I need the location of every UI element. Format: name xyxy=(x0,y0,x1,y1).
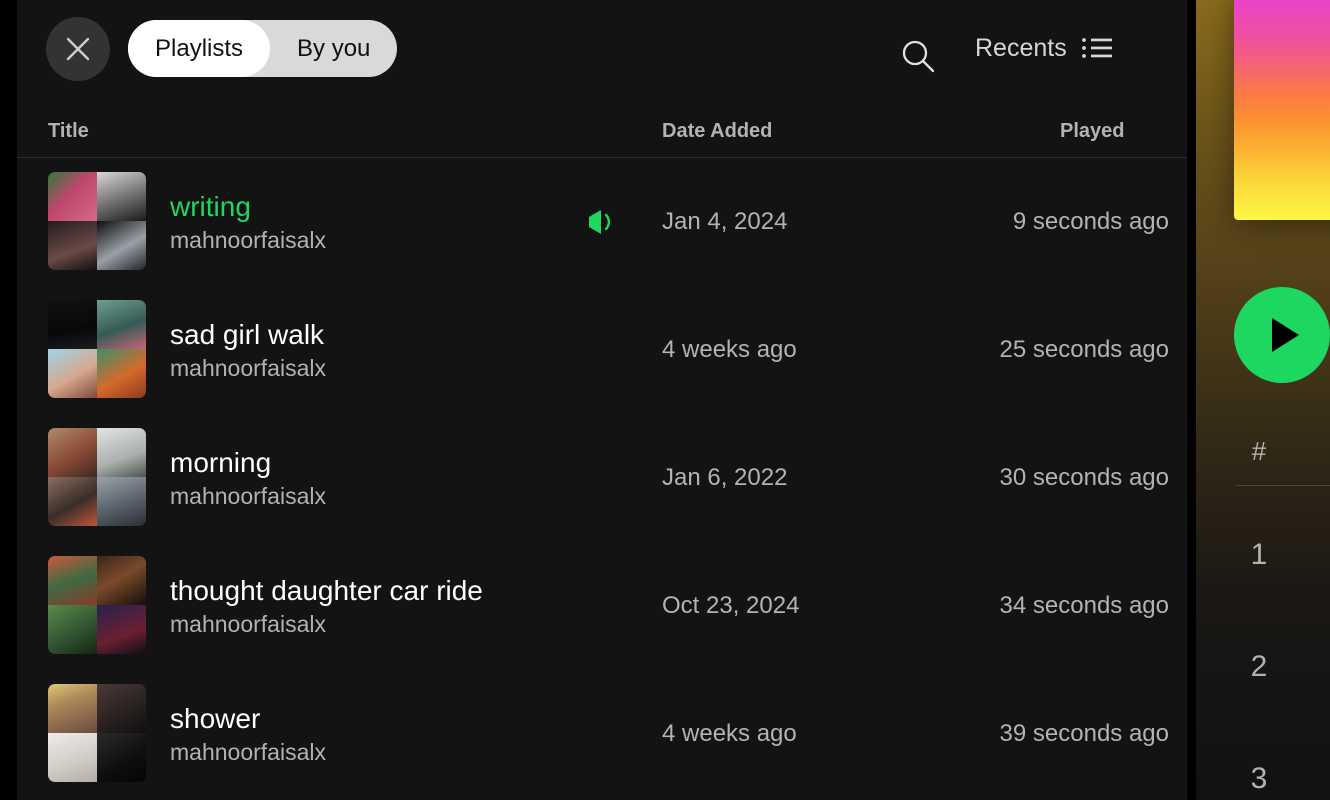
panel-header: Playlists By you Recents Title Date Adde… xyxy=(17,0,1187,158)
playlist-owner: mahnoorfaisalx xyxy=(170,611,326,638)
list-item[interactable]: sad girl walk mahnoorfaisalx 4 weeks ago… xyxy=(17,286,1187,414)
playlist-cover-art xyxy=(1234,0,1330,220)
track-number-3: 3 xyxy=(1250,762,1268,795)
segmented-control: Playlists By you xyxy=(128,20,398,77)
playlist-title: shower xyxy=(170,702,261,734)
playlist-thumbnail xyxy=(48,428,146,526)
list-item[interactable]: shower mahnoorfaisalx 4 weeks ago 39 sec… xyxy=(17,670,1187,798)
playlist-meta: shower mahnoorfaisalx xyxy=(170,670,326,798)
playlist-title: morning xyxy=(170,446,272,478)
sort-order-label: Recents xyxy=(975,33,1067,62)
playlist-owner: mahnoorfaisalx xyxy=(170,739,326,766)
list-item[interactable]: thought daughter car ride mahnoorfaisalx… xyxy=(17,542,1187,670)
playlist-played: 30 seconds ago xyxy=(999,464,1169,491)
now-playing-indicator xyxy=(585,207,619,237)
playlist-meta: sad girl walk mahnoorfaisalx xyxy=(170,286,326,414)
close-icon xyxy=(66,37,90,61)
column-headers: Title Date Added Played xyxy=(17,120,1187,146)
close-button[interactable] xyxy=(46,17,110,81)
sort-order-control[interactable]: Recents xyxy=(975,33,1114,63)
list-item[interactable]: morning mahnoorfaisalx Jan 6, 2022 30 se… xyxy=(17,414,1187,542)
tab-playlists[interactable]: Playlists xyxy=(128,20,271,77)
playlist-thumbnail xyxy=(48,556,146,654)
search-button[interactable] xyxy=(892,30,944,82)
playlist-title: thought daughter car ride xyxy=(170,574,483,606)
play-icon xyxy=(1271,318,1299,352)
playlist-thumbnail xyxy=(48,684,146,782)
playlist-title: writing xyxy=(170,190,251,222)
playlist-played: 25 seconds ago xyxy=(999,336,1169,363)
playlist-date-added: 4 weeks ago xyxy=(662,720,797,747)
background-playlist-page: # 1 2 3 xyxy=(1196,0,1330,800)
track-number-column-header: # xyxy=(1251,436,1267,466)
tab-by-you[interactable]: By you xyxy=(270,20,397,77)
tracklist-divider xyxy=(1236,485,1330,486)
column-header-title: Title xyxy=(48,120,89,142)
play-button[interactable] xyxy=(1234,287,1330,383)
list-view-icon xyxy=(1081,38,1112,58)
playlist-thumbnail xyxy=(48,172,146,270)
search-icon xyxy=(902,40,935,73)
playlist-title: sad girl walk xyxy=(170,318,325,350)
speaker-playing-icon xyxy=(589,210,611,234)
playlist-owner: mahnoorfaisalx xyxy=(170,355,326,382)
column-header-date-added: Date Added xyxy=(662,120,773,142)
list-item[interactable]: writing mahnoorfaisalx Jan 4, 2024 9 sec… xyxy=(17,158,1187,286)
playlist-date-added: 4 weeks ago xyxy=(662,336,797,363)
playlist-meta: writing mahnoorfaisalx xyxy=(170,158,326,286)
column-header-played: Played xyxy=(1060,120,1125,142)
playlist-list: writing mahnoorfaisalx Jan 4, 2024 9 sec… xyxy=(17,158,1187,800)
app-root: # 1 2 3 Playlists By you Recents Title D… xyxy=(0,0,1330,800)
playlist-owner: mahnoorfaisalx xyxy=(170,483,326,510)
playlist-played: 34 seconds ago xyxy=(999,592,1169,619)
playlist-owner: mahnoorfaisalx xyxy=(170,227,326,254)
track-number-1: 1 xyxy=(1250,538,1268,571)
playlist-date-added: Oct 23, 2024 xyxy=(662,592,800,619)
playlist-meta: thought daughter car ride mahnoorfaisalx xyxy=(170,542,483,670)
track-number-2: 2 xyxy=(1250,650,1268,683)
playlist-played: 9 seconds ago xyxy=(1012,208,1169,235)
playlist-thumbnail xyxy=(48,300,146,398)
playlist-meta: morning mahnoorfaisalx xyxy=(170,414,326,542)
playlist-date-added: Jan 6, 2022 xyxy=(662,464,788,491)
playlist-picker-panel: Playlists By you Recents Title Date Adde… xyxy=(17,0,1187,800)
playlist-played: 39 seconds ago xyxy=(999,720,1169,747)
playlist-date-added: Jan 4, 2024 xyxy=(662,208,788,235)
